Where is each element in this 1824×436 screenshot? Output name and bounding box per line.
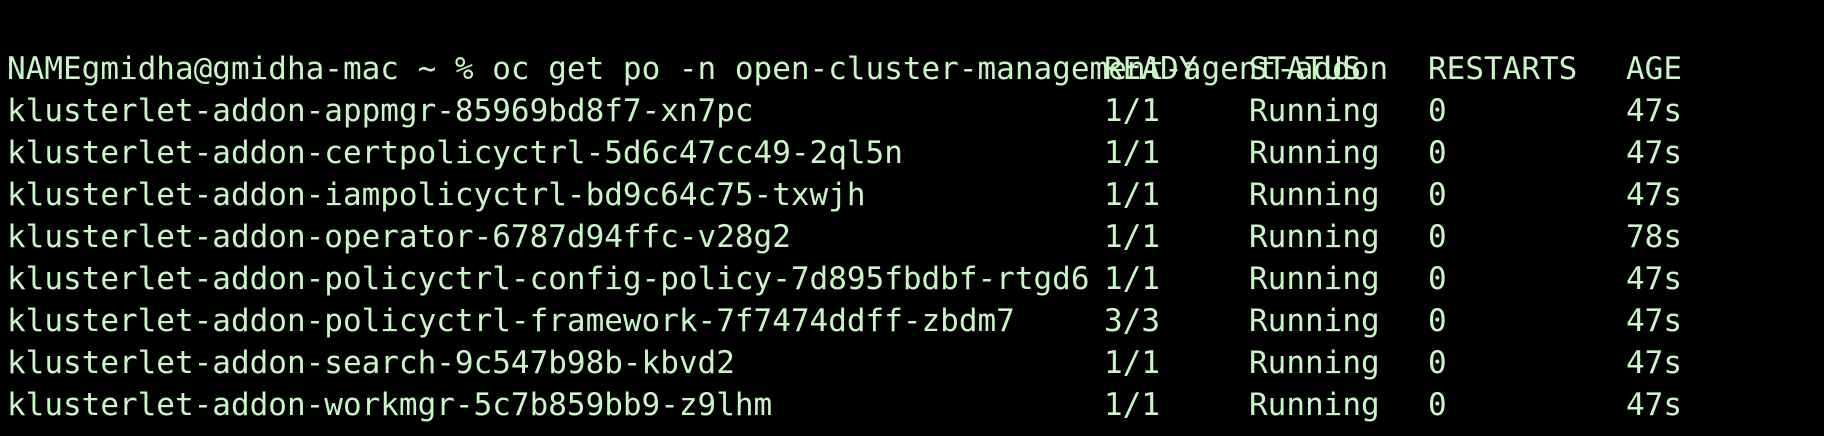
pod-name: klusterlet-addon-certpolicyctrl-5d6c47cc…	[7, 135, 903, 171]
pod-age: 47s	[1626, 261, 1682, 297]
pod-age: 47s	[1626, 345, 1682, 381]
pod-ready: 1/1	[1104, 135, 1160, 171]
pod-ready: 1/1	[1104, 219, 1160, 255]
header-ready: READY	[1104, 51, 1198, 87]
pod-restarts: 0	[1428, 93, 1447, 129]
pod-name: klusterlet-addon-policyctrl-framework-7f…	[7, 303, 1015, 339]
pod-name: klusterlet-addon-appmgr-85969bd8f7-xn7pc	[7, 93, 754, 129]
pod-restarts: 0	[1428, 261, 1447, 297]
pod-ready: 1/1	[1104, 345, 1160, 381]
pod-name: klusterlet-addon-workmgr-5c7b859bb9-z9lh…	[7, 387, 773, 423]
header-restarts: RESTARTS	[1428, 51, 1578, 87]
header-name: NAME	[7, 51, 82, 87]
pod-status: Running	[1249, 261, 1380, 297]
pod-ready: 1/1	[1104, 177, 1160, 213]
pod-restarts: 0	[1428, 177, 1447, 213]
pod-age: 47s	[1626, 177, 1682, 213]
pod-age: 47s	[1626, 93, 1682, 129]
pod-ready: 1/1	[1104, 261, 1160, 297]
table-row: klusterlet-addon-appmgr-85969bd8f7-xn7pc…	[7, 90, 1682, 132]
table-row: klusterlet-addon-certpolicyctrl-5d6c47cc…	[7, 132, 1682, 174]
pod-name: klusterlet-addon-policyctrl-config-polic…	[7, 261, 1090, 297]
pod-ready: 1/1	[1104, 387, 1160, 423]
pod-name: klusterlet-addon-iampolicyctrl-bd9c64c75…	[7, 177, 866, 213]
pod-restarts: 0	[1428, 387, 1447, 423]
pod-name: klusterlet-addon-operator-6787d94ffc-v28…	[7, 219, 791, 255]
command-prompt-line: gmidha@gmidha-mac ~ % oc get po -n open-…	[7, 6, 1388, 87]
pod-status: Running	[1249, 303, 1380, 339]
table-row: klusterlet-addon-search-9c547b98b-kbvd2 …	[7, 342, 1682, 384]
pod-ready: 1/1	[1104, 93, 1160, 129]
pod-status: Running	[1249, 135, 1380, 171]
pod-restarts: 0	[1428, 303, 1447, 339]
pod-status: Running	[1249, 387, 1380, 423]
terminal-window[interactable]: gmidha@gmidha-mac ~ % oc get po -n open-…	[0, 0, 1824, 436]
table-row: klusterlet-addon-operator-6787d94ffc-v28…	[7, 216, 1682, 258]
pod-status: Running	[1249, 93, 1380, 129]
table-row: klusterlet-addon-policyctrl-config-polic…	[7, 258, 1682, 300]
pod-restarts: 0	[1428, 135, 1447, 171]
table-row: klusterlet-addon-policyctrl-framework-7f…	[7, 300, 1682, 342]
table-row: klusterlet-addon-workmgr-5c7b859bb9-z9lh…	[7, 384, 1682, 426]
pod-restarts: 0	[1428, 345, 1447, 381]
pod-status: Running	[1249, 219, 1380, 255]
pod-restarts: 0	[1428, 219, 1447, 255]
pod-age: 47s	[1626, 387, 1682, 423]
pod-status: Running	[1249, 177, 1380, 213]
pod-ready: 3/3	[1104, 303, 1160, 339]
pod-status: Running	[1249, 345, 1380, 381]
pod-age: 47s	[1626, 303, 1682, 339]
pod-name: klusterlet-addon-search-9c547b98b-kbvd2	[7, 345, 735, 381]
table-row: klusterlet-addon-iampolicyctrl-bd9c64c75…	[7, 174, 1682, 216]
header-age: AGE	[1626, 51, 1682, 87]
header-status: STATUS	[1249, 51, 1361, 87]
pod-age: 47s	[1626, 135, 1682, 171]
pod-age: 78s	[1626, 219, 1682, 255]
table-header-row: NAME READY STATUS RESTARTS AGE	[7, 48, 1682, 90]
